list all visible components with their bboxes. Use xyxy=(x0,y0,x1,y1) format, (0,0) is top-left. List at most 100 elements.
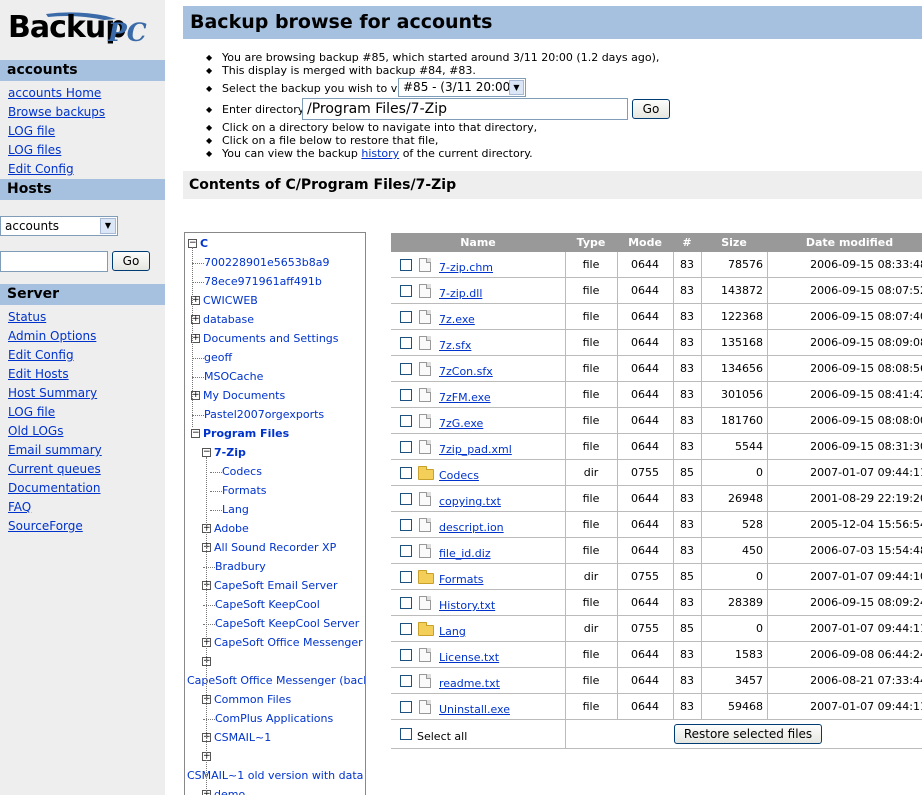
file-link[interactable]: file_id.diz xyxy=(439,547,491,560)
tree-node-link[interactable]: Codecs xyxy=(222,465,262,478)
row-checkbox[interactable] xyxy=(400,337,412,349)
tree-node-link[interactable]: Lang xyxy=(222,503,249,516)
directory-input[interactable]: /Program Files/7-Zip xyxy=(302,98,628,120)
col-size-header[interactable]: Size xyxy=(701,233,767,252)
file-link[interactable]: License.txt xyxy=(439,651,499,664)
tree-node-link[interactable]: Common Files xyxy=(214,693,291,706)
row-checkbox[interactable] xyxy=(400,597,412,609)
file-link[interactable]: 7zFM.exe xyxy=(439,391,491,404)
host-go-button[interactable]: Go xyxy=(112,251,150,271)
nav-link-current-queues[interactable]: Current queues xyxy=(8,462,101,477)
nav-link-documentation[interactable]: Documentation xyxy=(8,481,101,496)
row-checkbox[interactable] xyxy=(400,701,412,713)
row-checkbox[interactable] xyxy=(400,415,412,427)
file-link[interactable]: 7-zip.chm xyxy=(439,261,493,274)
row-checkbox[interactable] xyxy=(400,363,412,375)
backup-select[interactable]: #85 - (3/11 20:00) ▼ xyxy=(398,78,526,97)
tree-node-link[interactable]: demo xyxy=(214,788,245,795)
tree-node-link[interactable]: 78ece971961aff491b xyxy=(204,275,322,288)
col-count-header[interactable]: # xyxy=(673,233,701,252)
tree-node-link[interactable]: 700228901e5653b8a9 xyxy=(204,256,329,269)
row-checkbox[interactable] xyxy=(400,493,412,505)
tree-node-link[interactable]: Documents and Settings xyxy=(203,332,339,345)
file-link[interactable]: copying.txt xyxy=(439,495,501,508)
tree-node-link[interactable]: CapeSoft Office Messenger xyxy=(214,636,363,649)
file-link[interactable]: readme.txt xyxy=(439,677,500,690)
nav-link-faq[interactable]: FAQ xyxy=(8,500,31,515)
col-type-header[interactable]: Type xyxy=(565,233,617,252)
nav-link-log-file[interactable]: LOG file xyxy=(8,124,55,139)
tree-node-link[interactable]: CapeSoft Email Server xyxy=(214,579,337,592)
row-checkbox[interactable] xyxy=(400,467,412,479)
nav-link-admin-options[interactable]: Admin Options xyxy=(8,329,96,344)
tree-node-link[interactable]: CapeSoft KeepCool xyxy=(215,598,320,611)
row-checkbox[interactable] xyxy=(400,649,412,661)
nav-link-log-files[interactable]: LOG files xyxy=(8,143,61,158)
file-link[interactable]: 7-zip.dll xyxy=(439,287,482,300)
file-link[interactable]: 7z.exe xyxy=(439,313,475,326)
tree-node-link[interactable]: geoff xyxy=(204,351,232,364)
tree-node-link[interactable]: CSMAIL~1 xyxy=(214,731,271,744)
tree-collapse-icon[interactable]: − xyxy=(202,448,211,457)
tree-node-link[interactable]: CWICWEB xyxy=(203,294,258,307)
tree-node-link[interactable]: Formats xyxy=(222,484,267,497)
nav-link-accounts-home[interactable]: accounts Home xyxy=(8,86,101,101)
row-checkbox[interactable] xyxy=(400,545,412,557)
tree-node-link[interactable]: ComPlus Applications xyxy=(215,712,333,725)
directory-link[interactable]: Formats xyxy=(439,573,484,586)
nav-link-edit-config[interactable]: Edit Config xyxy=(8,162,74,177)
row-checkbox[interactable] xyxy=(400,623,412,635)
nav-link-server-edit-config[interactable]: Edit Config xyxy=(8,348,74,363)
tree-node-link[interactable]: database xyxy=(203,313,254,326)
file-link[interactable]: 7z.sfx xyxy=(439,339,471,352)
tree-node-link[interactable]: CapeSoft Office Messenger (backup) xyxy=(187,674,365,687)
host-search-input[interactable] xyxy=(0,251,108,272)
nav-link-host-summary[interactable]: Host Summary xyxy=(8,386,97,401)
nav-link-status[interactable]: Status xyxy=(8,310,46,325)
file-link[interactable]: 7zCon.sfx xyxy=(439,365,493,378)
restore-selected-files-button[interactable]: Restore selected files xyxy=(674,724,822,744)
nav-link-browse-backups[interactable]: Browse backups xyxy=(8,105,105,120)
tree-collapse-icon[interactable]: − xyxy=(191,429,200,438)
tree-node-link[interactable]: CSMAIL~1 old version with data xyxy=(187,769,363,782)
tree-node-link[interactable]: MSOCache xyxy=(204,370,263,383)
chevron-down-icon[interactable]: ▼ xyxy=(509,80,524,95)
tree-node-link[interactable]: Pastel2007orgexports xyxy=(204,408,324,421)
file-link[interactable]: descript.ion xyxy=(439,521,504,534)
select-all-checkbox[interactable] xyxy=(400,728,412,740)
file-link[interactable]: History.txt xyxy=(439,599,495,612)
tree-node-link[interactable]: My Documents xyxy=(203,389,285,402)
nav-link-old-logs[interactable]: Old LOGs xyxy=(8,424,63,439)
nav-link-edit-hosts[interactable]: Edit Hosts xyxy=(8,367,69,382)
history-link[interactable]: history xyxy=(361,147,399,160)
host-select[interactable]: accounts ▼ xyxy=(0,216,118,236)
row-checkbox[interactable] xyxy=(400,441,412,453)
col-mode-header[interactable]: Mode xyxy=(617,233,673,252)
row-checkbox[interactable] xyxy=(400,311,412,323)
row-checkbox[interactable] xyxy=(400,519,412,531)
backuppc-logo[interactable]: Backup PC xyxy=(6,6,156,52)
col-name-header[interactable]: Name xyxy=(391,233,565,252)
file-link[interactable]: 7zip_pad.xml xyxy=(439,443,512,456)
nav-link-sourceforge[interactable]: SourceForge xyxy=(8,519,83,534)
tree-node-link[interactable]: Adobe xyxy=(214,522,249,535)
directory-go-button[interactable]: Go xyxy=(632,99,670,119)
directory-link[interactable]: Codecs xyxy=(439,469,479,482)
row-checkbox[interactable] xyxy=(400,259,412,271)
tree-node-link[interactable]: Bradbury xyxy=(215,560,266,573)
tree-node-link[interactable]: CapeSoft KeepCool Server xyxy=(215,617,359,630)
row-checkbox[interactable] xyxy=(400,571,412,583)
row-checkbox[interactable] xyxy=(400,285,412,297)
directory-link[interactable]: Lang xyxy=(439,625,466,638)
chevron-down-icon[interactable]: ▼ xyxy=(100,218,116,234)
file-link[interactable]: Uninstall.exe xyxy=(439,703,510,716)
tree-node-link[interactable]: 7-Zip xyxy=(214,446,246,459)
tree-node-link[interactable]: Program Files xyxy=(203,427,289,440)
tree-node-link[interactable]: C xyxy=(200,237,208,250)
row-checkbox[interactable] xyxy=(400,389,412,401)
file-link[interactable]: 7zG.exe xyxy=(439,417,483,430)
row-checkbox[interactable] xyxy=(400,675,412,687)
col-date-header[interactable]: Date modified xyxy=(767,233,922,252)
nav-link-server-log-file[interactable]: LOG file xyxy=(8,405,55,420)
nav-link-email-summary[interactable]: Email summary xyxy=(8,443,102,458)
